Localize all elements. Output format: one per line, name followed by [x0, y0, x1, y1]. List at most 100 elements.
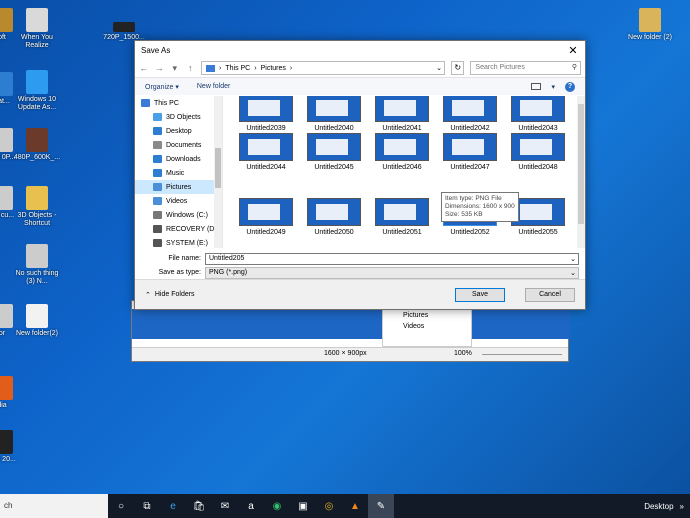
mail-icon[interactable]: ✉ [212, 494, 238, 518]
background-sidebar-item[interactable]: Videos [383, 321, 471, 332]
cancel-button[interactable]: Cancel [525, 287, 575, 302]
task-view-icon[interactable]: ⧉ [134, 494, 160, 518]
desktop-icon-13[interactable]: New folder(2) [13, 304, 61, 338]
file-tile[interactable]: Untitled2045 [305, 133, 363, 171]
vlc-icon[interactable]: ▲ [342, 494, 368, 518]
chevron-down-icon[interactable]: ⌄ [568, 269, 578, 277]
new-folder-button[interactable]: New folder [197, 83, 230, 90]
view-options-icon[interactable] [531, 83, 542, 90]
desktop-icon-2[interactable]: When You Realize [13, 8, 61, 50]
store-icon[interactable]: 🛍 [186, 494, 212, 518]
nav-item-icon [153, 155, 162, 163]
file-tile[interactable]: Untitled2044 [237, 133, 295, 171]
background-sidebar-item[interactable]: Pictures [383, 310, 471, 321]
file-tile[interactable]: Untitled2039 [237, 96, 295, 132]
amazon-icon[interactable]: a [238, 494, 264, 518]
nav-item[interactable]: This PC [135, 96, 222, 110]
file-thumbnail [307, 133, 361, 161]
desktop-icon-3[interactable]: 720P_1500... [100, 22, 148, 42]
tripadvisor-icon[interactable]: ◉ [264, 494, 290, 518]
desktop-toolbar-label[interactable]: Desktop [644, 502, 673, 511]
back-arrow-icon[interactable]: ← [139, 63, 149, 73]
file-thumbnail [511, 133, 565, 161]
desktop-icon-10[interactable]: 3D Objects - Shortcut [13, 186, 61, 228]
nav-item-label: Documents [166, 141, 202, 149]
folder-shortcut-icon [26, 186, 48, 210]
nav-item[interactable]: Desktop [135, 124, 222, 138]
toolbar-more-icon[interactable]: » [680, 502, 684, 511]
refresh-icon[interactable]: ↻ [451, 61, 465, 75]
nav-item[interactable]: Windows (C:) [135, 208, 222, 222]
nav-item[interactable]: Downloads [135, 152, 222, 166]
address-dropdown-icon[interactable]: ⌄ [434, 64, 444, 72]
nav-item[interactable]: SYSTEM (E:) [135, 236, 222, 248]
file-thumbnail [375, 133, 429, 161]
shortcut-icon [0, 8, 13, 32]
save-as-dialog: Save As ✕ ← → ▾ ↑ › This PC › Pictures ›… [134, 40, 586, 310]
nav-scroll-thumb[interactable] [215, 148, 221, 188]
desktop-icon-6[interactable]: Windows 10 Update As... [13, 70, 61, 112]
taskbar: ch ○ ⧉ e 🛍 ✉ a ◉ ▣ ◎ ▲ ✎ Desktop » [0, 494, 690, 518]
address-bar[interactable]: › This PC › Pictures › ⌄ [201, 61, 445, 75]
background-status-bar: 1600 × 900px 100% [132, 347, 568, 361]
file-tile[interactable]: Untitled2046 [373, 133, 431, 171]
close-icon[interactable]: ✕ [561, 44, 585, 57]
view-dropdown-icon[interactable]: ▾ [551, 83, 555, 91]
file-tile[interactable]: Untitled2048 [509, 133, 567, 171]
edge-icon[interactable]: e [160, 494, 186, 518]
desktop-icon-11[interactable]: No such thing (3) N... [13, 244, 61, 286]
desktop-icon-14[interactable]: dia [0, 376, 26, 410]
nav-item[interactable]: Documents [135, 138, 222, 152]
file-tile[interactable]: Untitled2050 [305, 198, 363, 236]
nav-item[interactable]: Videos [135, 194, 222, 208]
file-scroll-thumb[interactable] [578, 104, 584, 224]
up-arrow-icon[interactable]: ↑ [186, 63, 196, 73]
file-tile[interactable]: Untitled2041 [373, 96, 431, 132]
file-tile[interactable]: Untitled2043 [509, 96, 567, 132]
file-tile[interactable]: Untitled2051 [373, 198, 431, 236]
file-name-input[interactable]: Untitled205 ⌄ [205, 252, 579, 265]
nav-item-label: Downloads [166, 155, 201, 163]
nav-item-label: Videos [166, 197, 188, 205]
recent-chevron-icon[interactable]: ▾ [170, 63, 180, 74]
media-app-icon[interactable]: ▣ [290, 494, 316, 518]
file-list: Untitled2039 Untitled2040 Untitled2041 Unti… [223, 96, 585, 248]
chevron-down-icon[interactable]: ⌄ [568, 255, 578, 263]
nav-item[interactable]: 3D Objects [135, 110, 222, 124]
desktop-icon-4[interactable]: New folder (2) [626, 8, 674, 42]
file-name-label: Untitled2047 [450, 164, 490, 171]
help-icon[interactable]: ? [565, 81, 575, 92]
file-thumbnail [307, 198, 361, 226]
nav-scrollbar[interactable] [214, 96, 222, 248]
file-tile[interactable]: Untitled2042 [441, 96, 499, 132]
save-button[interactable]: Save [455, 287, 505, 302]
desktop-icon-15[interactable]: The 20... [0, 430, 26, 464]
breadcrumb-pictures[interactable]: Pictures [261, 65, 286, 72]
organize-menu[interactable]: Organize ▾ [145, 83, 179, 91]
cortana-icon[interactable]: ○ [108, 494, 134, 518]
save-type-row: Save as type: PNG (*.png) ⌄ [135, 266, 585, 279]
nav-item[interactable]: Pictures [135, 180, 222, 194]
nav-item[interactable]: Music [135, 166, 222, 180]
zoom-slider[interactable] [482, 354, 562, 355]
file-tile[interactable]: Untitled2040 [305, 96, 363, 132]
dialog-titlebar[interactable]: Save As ✕ [135, 41, 585, 59]
save-type-select[interactable]: PNG (*.png) ⌄ [205, 266, 579, 279]
file-tile[interactable]: Untitled2049 [237, 198, 295, 236]
breadcrumb-this-pc[interactable]: This PC [225, 65, 250, 72]
taskbar-search-input[interactable]: ch [0, 494, 108, 518]
file-name-label: Untitled2040 [314, 125, 354, 132]
file-scrollbar[interactable] [577, 96, 585, 248]
nav-item[interactable]: RECOVERY (D:) [135, 222, 222, 236]
file-name-label: Untitled2048 [518, 164, 558, 171]
search-input[interactable]: Search Pictures ⚲ [470, 61, 581, 75]
chrome-icon[interactable]: ◎ [316, 494, 342, 518]
video-file-icon [113, 22, 135, 32]
desktop-icon-8[interactable]: 480P_600K_... [13, 128, 61, 162]
paint-icon[interactable]: ✎ [368, 494, 394, 518]
save-type-label: Save as type: [158, 269, 201, 276]
file-tile[interactable]: Untitled2047 [441, 133, 499, 171]
forward-arrow-icon[interactable]: → [155, 63, 165, 73]
hide-folders-button[interactable]: ⌃ Hide Folders [145, 291, 195, 299]
breadcrumb-separator: › [219, 64, 222, 72]
